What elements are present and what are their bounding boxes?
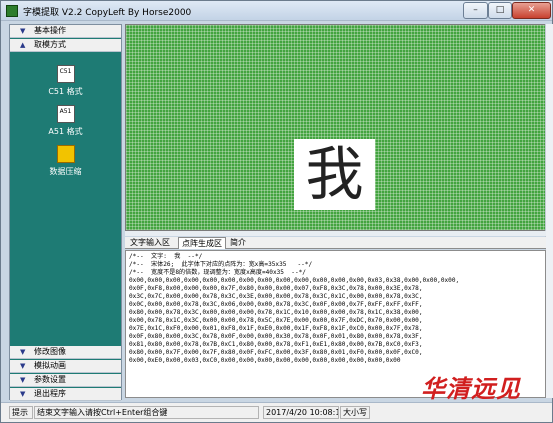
output-line: 0x0F,0x80,0x00,0x3C,0x78,0x0F,0x00,0x00,… [129,333,423,340]
nav-label: 参数设置 [34,375,66,384]
glyph-character: 我 [305,140,364,208]
output-line: 0x7E,0x1C,0xF0,0x00,0x01,0xF8,0x1F,0xE0,… [129,325,423,332]
output-code: /*-- 文字: 我 --*//*-- 宋体26; 此字体下对应的点阵为：宽x高… [129,253,459,365]
output-line: 0x00,0x00,0x00,0x00,0x00,0x00,0x00,0x00,… [129,277,460,284]
output-line: 0x00,0x78,0x1C,0x3C,0x00,0x00,0x78,0x5C,… [129,317,423,324]
nav-edit-image[interactable]: ▼ 修改图像 [10,346,121,359]
app-icon [6,5,18,17]
chevron-down-icon: ▼ [20,362,26,370]
output-line: 0x0C,0x00,0x00,0x78,0x3C,0x06,0x00,0x00,… [129,301,423,308]
glyph-preview: 我 [294,139,375,210]
output-line: /*-- 宋体26; 此字体下对应的点阵为：宽x高=35x35 --*/ [129,261,313,268]
output-line: /*-- 宽度不是8的倍数，现调整为：宽度x高度=40x35 --*/ [129,269,306,276]
compress-icon [56,145,75,163]
output-line: 0x0F,0xF8,0x00,0x00,0x00,0x7F,0x80,0x00,… [129,285,423,292]
mode-label: C51 格式 [48,87,83,96]
minimize-button[interactable]: – [463,2,488,19]
output-line: 0x81,0x80,0x00,0x78,0x7B,0xC1,0x80,0x00,… [129,341,423,348]
tab-bar: 文字输入区 点阵生成区 简介 [125,237,546,249]
status-message: 结束文字输入请按Ctrl+Enter组合键 [34,406,259,419]
nav-label: 修改图像 [34,347,66,356]
output-line: 0x3C,0x7C,0x00,0x00,0x78,0x3C,0x3E,0x00,… [129,293,423,300]
mode-label: A51 格式 [48,127,83,136]
output-line: 0x80,0x00,0x7F,0x00,0x7F,0x80,0x0F,0xFC,… [129,349,423,356]
mode-c51[interactable]: C51 C51 格式 [10,65,121,97]
status-label: 提示 [9,406,33,419]
status-caps: 大小写 [340,406,370,419]
title-bar[interactable]: 字模提取 V2.2 CopyLeft By Horse2000 – □ ✕ [1,1,552,21]
output-line: 0x80,0x00,0x78,0x3C,0x00,0x00,0x00,0x78,… [129,309,423,316]
chevron-up-icon: ▲ [20,41,26,49]
vertical-scrollbar[interactable] [545,24,553,398]
status-datetime: 2017/4/20 10:08:15 [263,406,339,419]
output-line: /*-- 文字: 我 --*/ [129,253,203,260]
chevron-down-icon: ▼ [20,348,26,356]
tab-intro[interactable]: 简介 [227,237,249,249]
app-window: 字模提取 V2.2 CopyLeft By Horse2000 – □ ✕ ▼ … [0,0,553,423]
maximize-button[interactable]: □ [488,2,512,19]
mode-compress[interactable]: 数据压缩 [10,145,121,177]
nav-label: 模拟动画 [34,361,66,370]
nav-label: 退出程序 [34,389,66,398]
output-line: 0x00,0xE0,0x00,0x03,0xC0,0x00,0x00,0x00,… [129,357,401,364]
nav-animation[interactable]: ▼ 模拟动画 [10,360,121,373]
nav-mode[interactable]: ▲ 取模方式 [10,39,121,52]
chevron-down-icon: ▼ [20,390,26,398]
chevron-down-icon: ▼ [20,376,26,384]
nav-settings[interactable]: ▼ 参数设置 [10,374,121,387]
window-title: 字模提取 V2.2 CopyLeft By Horse2000 [23,8,192,18]
chevron-down-icon: ▼ [20,27,26,35]
nav-label: 基本操作 [34,26,66,35]
close-button[interactable]: ✕ [512,2,551,19]
nav-label: 取模方式 [34,40,66,49]
status-bar: 提示 结束文字输入请按Ctrl+Enter组合键 2017/4/20 10:08… [1,402,552,422]
nav-exit[interactable]: ▼ 退出程序 [10,388,121,401]
tab-matrix-output[interactable]: 点阵生成区 [178,237,226,249]
dot-matrix-canvas[interactable]: 我 [125,24,546,231]
panel-splitter[interactable] [125,231,546,236]
mode-a51[interactable]: A51 A51 格式 [10,105,121,137]
nav-basic-ops[interactable]: ▼ 基本操作 [10,25,121,38]
a51-icon: A51 [56,105,75,123]
c51-icon: C51 [56,65,75,83]
sidebar: ▼ 基本操作 ▲ 取模方式 C51 C51 格式 A51 A51 格式 数据压缩… [9,24,122,401]
watermark-logo: 华清远见 [421,375,521,403]
tab-text-input[interactable]: 文字输入区 [127,237,173,249]
mode-label: 数据压缩 [49,167,82,176]
